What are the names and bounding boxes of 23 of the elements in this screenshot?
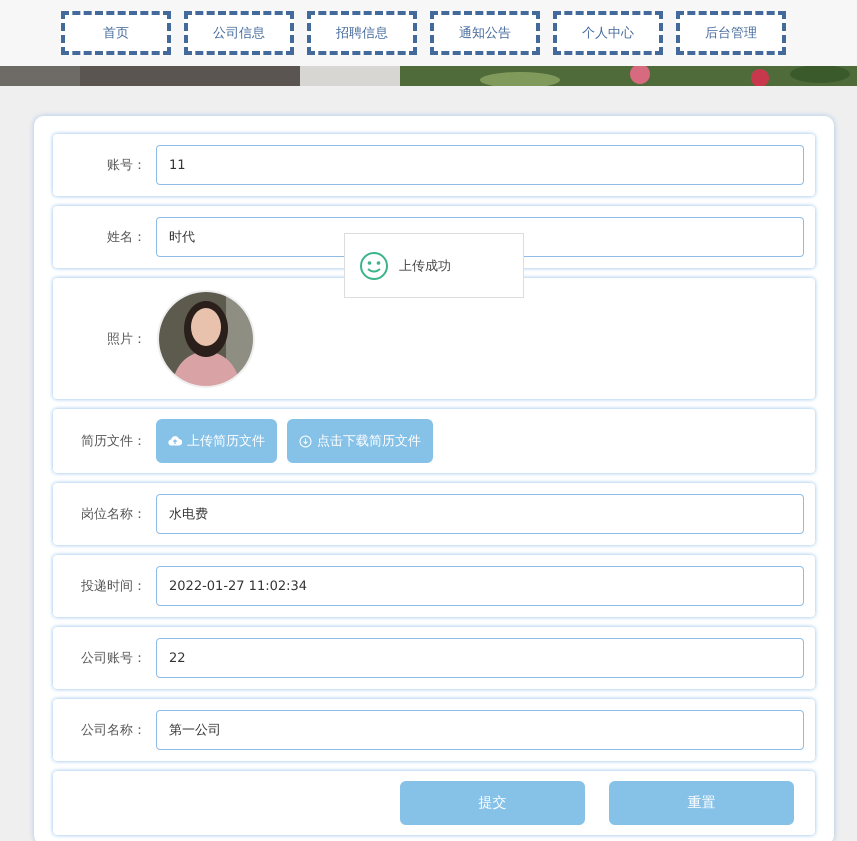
input-field[interactable]: 第一公司	[156, 710, 804, 750]
field-label: 照片：	[106, 330, 146, 348]
nav-link[interactable]: 个人中心	[553, 11, 663, 55]
field-label: 公司名称：	[80, 722, 146, 739]
input-field[interactable]: 2022-01-27 11:02:34	[156, 566, 804, 606]
field-label: 简历文件：	[80, 433, 146, 450]
nav-link[interactable]: 后台管理	[676, 11, 786, 55]
input-field[interactable]: 11	[156, 145, 804, 185]
cloud-upload-icon	[168, 435, 182, 447]
field-label: 公司账号：	[80, 650, 146, 667]
nav-link[interactable]: 首页	[61, 11, 171, 55]
nav-link[interactable]: 通知公告	[430, 11, 540, 55]
input-field[interactable]: 22	[156, 638, 804, 678]
field-label: 投递时间：	[80, 578, 146, 595]
input-field[interactable]: 水电费	[156, 494, 804, 534]
nav-link[interactable]: 公司信息	[184, 11, 294, 55]
field-label: 岗位名称：	[80, 506, 146, 523]
field-label: 姓名：	[106, 229, 146, 246]
nav-link[interactable]: 招聘信息	[307, 11, 417, 55]
smiley-icon	[359, 250, 389, 280]
download-icon	[299, 434, 312, 448]
field-label: 账号：	[106, 157, 146, 174]
toast-message: 上传成功	[399, 258, 451, 274]
